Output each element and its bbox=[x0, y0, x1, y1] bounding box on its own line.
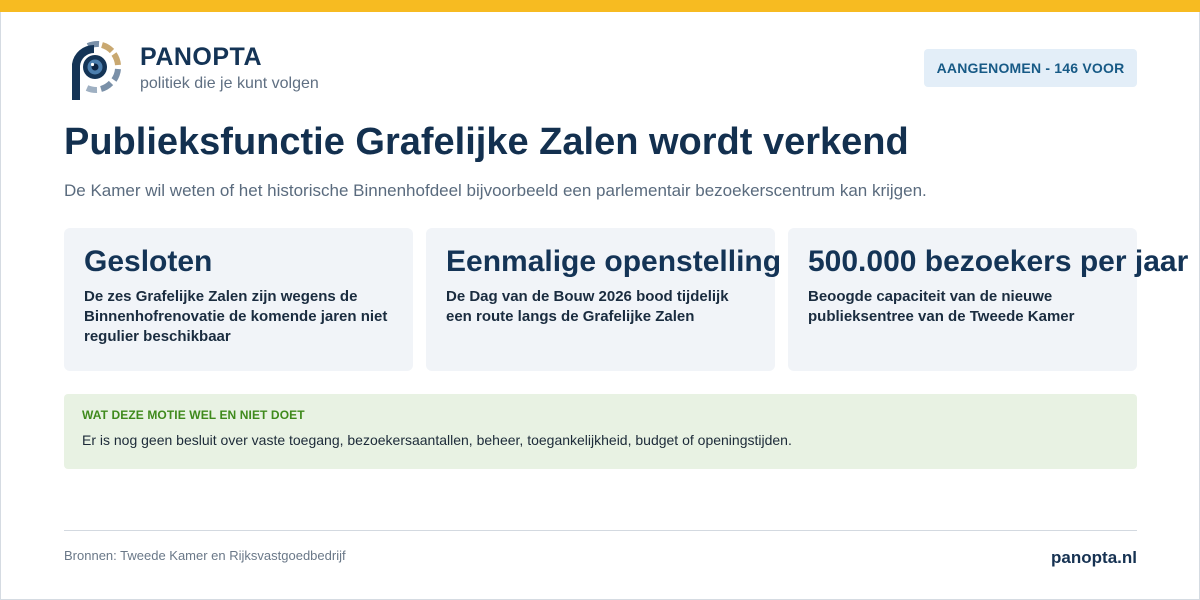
stat-card-closed: Gesloten De zes Grafelijke Zalen zijn we… bbox=[64, 228, 413, 371]
brand-name: PANOPTA bbox=[140, 43, 263, 71]
page-title: Publieksfunctie Grafelijke Zalen wordt v… bbox=[64, 121, 909, 163]
sources-text: Bronnen: Tweede Kamer en Rijksvastgoedbe… bbox=[64, 548, 346, 563]
top-accent-bar bbox=[0, 0, 1200, 12]
stat-value: Gesloten bbox=[84, 245, 213, 278]
motion-explainer: WAT DEZE MOTIE WEL EN NIET DOET Er is no… bbox=[64, 394, 1137, 469]
footer-divider bbox=[64, 530, 1137, 531]
site-link[interactable]: panopta.nl bbox=[1051, 548, 1137, 568]
motion-text: Er is nog geen besluit over vaste toegan… bbox=[82, 432, 792, 448]
stat-description: De Dag van de Bouw 2026 bood tijdelijk e… bbox=[446, 288, 729, 325]
brand-tagline: politiek die je kunt volgen bbox=[140, 75, 319, 92]
stat-card-visitors: 500.000 bezoekers per jaar Beoogde capac… bbox=[788, 228, 1188, 371]
page-subtitle: De Kamer wil weten of het historische Bi… bbox=[64, 181, 927, 200]
stat-value: 500.000 bezoekers per jaar bbox=[808, 245, 1189, 278]
motion-label: WAT DEZE MOTIE WEL EN NIET DOET bbox=[82, 408, 305, 422]
panopta-logo-icon bbox=[72, 40, 121, 100]
stat-description: De zes Grafelijke Zalen zijn wegens de B… bbox=[84, 288, 388, 345]
stat-description: Beoogde capaciteit van de nieuwe publiek… bbox=[808, 288, 1075, 325]
status-badge: AANGENOMEN - 146 VOOR bbox=[924, 49, 1137, 87]
stat-card-opening: Eenmalige openstelling De Dag van de Bou… bbox=[426, 228, 781, 371]
stat-value: Eenmalige openstelling bbox=[446, 245, 782, 278]
